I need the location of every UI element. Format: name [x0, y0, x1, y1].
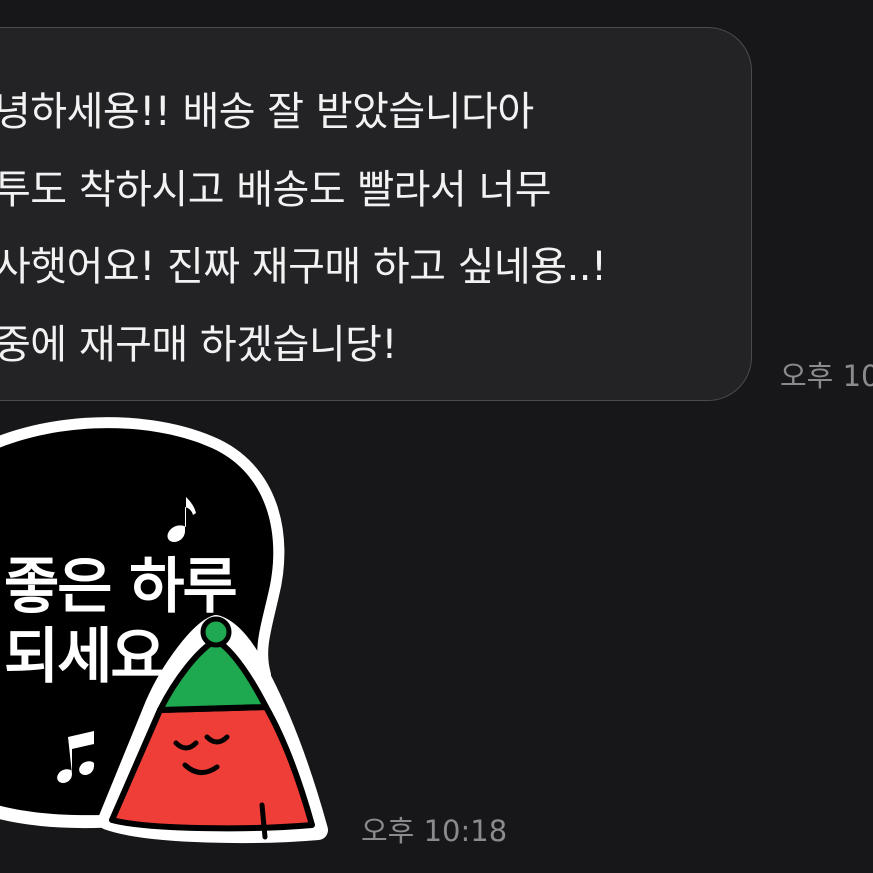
- sticker-message[interactable]: 좋은 하루 되세요: [0, 417, 345, 855]
- message-timestamp: 오후 10: [780, 359, 873, 393]
- sticker-timestamp: 오후 10:18: [361, 814, 508, 848]
- message-bubble[interactable]: 녕하세용!! 배송 잘 받았습니다아 투도 착하시고 배송도 빨라서 너무 사햇…: [0, 27, 752, 401]
- chat-area: 녕하세용!! 배송 잘 받았습니다아 투도 착하시고 배송도 빨라서 너무 사햇…: [0, 0, 873, 873]
- sticker-illustration: 좋은 하루 되세요: [0, 417, 328, 843]
- sticker-text-line1: 좋은 하루: [4, 552, 236, 622]
- message-line: 중에 재구매 하겠습니당!: [0, 321, 397, 368]
- message-line: 사햇어요! 진짜 재구매 하고 싶네용..!: [0, 244, 607, 290]
- message-line: 녕하세용!! 배송 잘 받았습니다아: [0, 89, 534, 135]
- message-line: 투도 착하시고 배송도 빨라서 너무: [0, 166, 552, 213]
- sticker-text-line2: 되세요: [4, 622, 164, 692]
